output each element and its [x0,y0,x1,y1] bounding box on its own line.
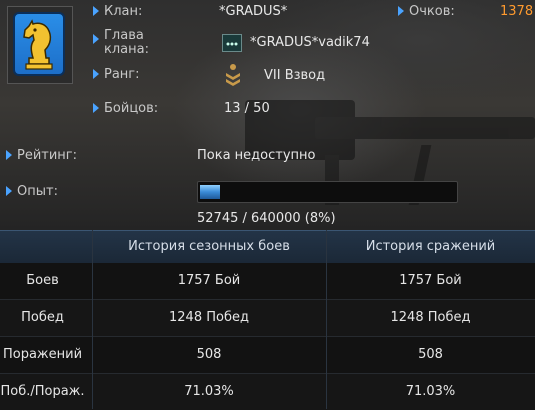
leader-arrow-icon [93,34,99,44]
rating-arrow-icon [6,150,12,160]
row-season-value: 1757 Бой [177,273,241,288]
rank-label: Ранг: [104,67,140,82]
leader-label-line1: Глава [104,28,144,43]
row-total-value: 71.03% [405,384,456,399]
chess-knight-icon [23,19,53,70]
table-header-total[interactable]: История сражений [326,239,535,254]
rating-label: Рейтинг: [17,148,78,163]
row-label: Поб./Пораж. [0,384,85,399]
rank-value: VII Взвод [264,68,326,83]
clan-name: *GRADUS* [219,4,288,19]
points-label: Очков: [409,4,455,19]
table-row: Поражений 508 508 [0,337,535,374]
row-total-value: 1757 Бой [399,273,462,288]
rank-chevron-icon [226,64,240,86]
rating-value: Пока недоступно [197,148,316,163]
xp-text: 52745 / 640000 (8%) [197,211,336,226]
table-row: Побед 1248 Побед 1248 Побед [0,300,535,337]
column-divider [92,230,93,409]
row-season-value: 508 [196,347,222,362]
row-label: Поражений [2,347,83,362]
row-label: Боев [26,273,59,288]
row-total-value: 508 [418,347,443,362]
row-season-value: 71.03% [184,384,234,399]
column-divider [326,230,327,409]
clan-arrow-icon [93,6,99,16]
leader-label-line2: клана: [104,42,149,57]
points-arrow-icon [398,6,404,16]
xp-label: Опыт: [17,184,58,199]
table-header: История сезонных боев История сражений [0,230,535,263]
clan-emblem [7,6,73,84]
row-season-value: 1248 Побед [169,310,249,325]
table-row: Поб./Пораж. 71.03% 71.03% [0,374,535,410]
fighters-value: 13 / 50 [224,101,270,116]
row-total-value: 1248 Побед [390,310,471,325]
leader-name[interactable]: *GRADUS*vadik74 [250,35,370,50]
xp-arrow-icon [6,186,12,196]
clan-leader-icon [222,34,242,52]
xp-progress-fill [200,185,220,199]
clan-label: Клан: [104,4,143,19]
xp-progress-bar [197,181,458,203]
table-row: Боев 1757 Бой 1757 Бой [0,263,535,300]
table-header-season[interactable]: История сезонных боев [92,239,326,254]
row-label: Побед [21,310,64,325]
points-value: 1378 [500,4,534,19]
battle-history-table: История сезонных боев История сражений Б… [0,230,535,410]
fighters-arrow-icon [93,103,99,113]
fighters-label: Бойцов: [104,101,159,116]
rank-arrow-icon [93,69,99,79]
